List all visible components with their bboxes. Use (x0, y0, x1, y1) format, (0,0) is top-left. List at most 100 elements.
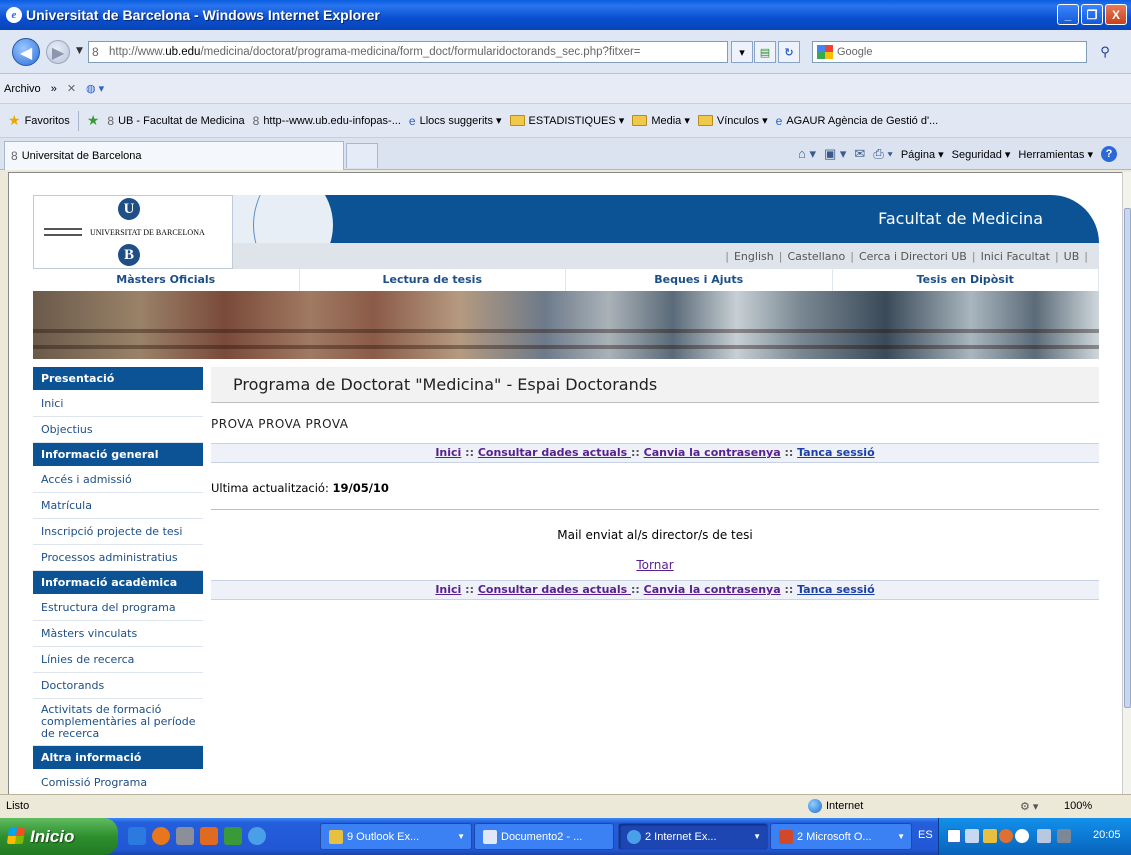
network-icon[interactable] (176, 827, 194, 845)
close-button[interactable]: X (1105, 4, 1127, 25)
protected-mode-icon[interactable]: ⚙ ▾ (1020, 800, 1038, 813)
menu-tesis-diposit[interactable]: Tesis en Dipòsit (833, 269, 1099, 291)
sidebar-item-comissio[interactable]: Comissió Programa (33, 770, 203, 794)
link-tanca-sessio[interactable]: Tanca sessió (797, 583, 875, 596)
ie-icon[interactable] (128, 827, 146, 845)
link-ub[interactable]: UB (1064, 250, 1080, 263)
back-link[interactable]: Tornar (636, 558, 673, 572)
link-tanca-sessio[interactable]: Tanca sessió (797, 446, 875, 459)
link-inici[interactable]: Inici (435, 583, 461, 596)
favorite-link[interactable]: 8 UB - Facultat de Medicina (107, 114, 244, 128)
favorite-link[interactable]: e AGAUR Agència de Gestió d'... (776, 114, 939, 128)
taskbar-word[interactable]: Documento2 - ... (474, 823, 614, 850)
sidebar-item-estructura[interactable]: Estructura del programa (33, 595, 203, 621)
favorite-folder[interactable]: Media ▾ (632, 114, 690, 127)
page-menu[interactable]: Página ▾ (901, 148, 944, 161)
building-icon (44, 228, 82, 236)
recent-pages-dropdown-icon[interactable]: ▼ (76, 46, 83, 56)
outlook-icon[interactable] (224, 827, 242, 845)
add-favorite-icon[interactable]: ★ (87, 112, 100, 129)
sidebar-item-linies[interactable]: Línies de recerca (33, 647, 203, 673)
link-cerca[interactable]: Cerca i Directori UB (859, 250, 967, 263)
vertical-scrollbar[interactable] (1122, 172, 1131, 794)
address-input[interactable]: 8 http://www. ub.edu/medicina/doctorat/pr… (88, 41, 728, 63)
media-icon[interactable] (200, 827, 218, 845)
zoom-level[interactable]: 100% (1064, 800, 1092, 812)
search-input[interactable]: Google (812, 41, 1087, 63)
favorites-button[interactable]: ★ Favoritos (8, 112, 70, 129)
favorite-folder[interactable]: ESTADISTIQUES ▾ (509, 114, 624, 127)
word-icon (483, 829, 497, 844)
sidebar-item-activitats[interactable]: Activitats de formació complementàries a… (33, 699, 203, 746)
menu-overflow-icon[interactable]: » (51, 83, 57, 95)
help-icon[interactable]: ? (1101, 146, 1117, 162)
sidebar-item-matricula[interactable]: Matrícula (33, 493, 203, 519)
mail-icon[interactable]: ✉ (854, 146, 865, 162)
menu-lectura-tesis[interactable]: Lectura de tesis (300, 269, 566, 291)
menu-beques[interactable]: Beques i Ajuts (566, 269, 833, 291)
favorite-link[interactable]: e Llocs suggerits ▾ (409, 114, 502, 128)
taskbar-office[interactable]: 2 Microsoft O... ▼ (770, 823, 912, 850)
minimize-button[interactable]: _ (1057, 4, 1079, 25)
security-menu[interactable]: Seguridad ▾ (952, 148, 1011, 161)
taskbar-ie[interactable]: 2 Internet Ex... ▼ (618, 823, 768, 850)
ub-logo[interactable]: U UNIVERSITAT DE BARCELONA B (33, 195, 233, 269)
security-zone[interactable]: Internet (808, 799, 863, 813)
status-text: Listo (6, 800, 30, 812)
start-button[interactable]: Inicio (0, 818, 118, 855)
home-icon[interactable]: ⌂ ▾ (798, 146, 816, 162)
link-castellano[interactable]: Castellano (787, 250, 845, 263)
confirmation-message: Mail enviat al/s director/s de tesi (557, 528, 753, 542)
favorite-link[interactable]: 8 http--www.ub.edu-infopas-... (253, 114, 401, 128)
sidebar-item-acces[interactable]: Accés i admissió (33, 467, 203, 493)
menu-archivo[interactable]: Archivo (4, 83, 41, 95)
ie-icon (627, 829, 641, 844)
tray-network-icon[interactable] (965, 829, 979, 843)
link-consultar[interactable]: Consultar dades actuals (478, 446, 631, 459)
zone-label: Internet (826, 800, 864, 812)
refresh-icon[interactable]: ↻ (778, 41, 800, 63)
link-inici[interactable]: Inici (435, 446, 461, 459)
stop-icon[interactable]: ✕ (67, 82, 76, 95)
scrollbar-thumb[interactable] (1124, 208, 1131, 708)
link-consultar[interactable]: Consultar dades actuals (478, 583, 631, 596)
favorite-folder[interactable]: Vínculos ▾ (697, 114, 768, 127)
sidebar-item-processos[interactable]: Processos administratius (33, 545, 203, 571)
firefox-icon[interactable] (152, 827, 170, 845)
print-icon[interactable]: ⎙ ▾ (873, 146, 892, 162)
tray-display-icon[interactable] (1037, 829, 1051, 843)
browser-icon[interactable] (248, 827, 266, 845)
link-separator: :: (780, 446, 798, 459)
link-inici-facultat[interactable]: Inici Facultat (981, 250, 1050, 263)
menu-masters[interactable]: Màsters Oficials (33, 269, 300, 291)
sidebar-item-masters[interactable]: Màsters vinculats (33, 621, 203, 647)
tab-universitat[interactable]: 8 Universitat de Barcelona (4, 141, 344, 170)
tray-update-icon[interactable] (1015, 829, 1029, 843)
taskbar-outlook[interactable]: 9 Outlook Ex... ▼ (320, 823, 472, 850)
maximize-button[interactable]: ❐ (1081, 4, 1103, 25)
favorite-link-label: http--www.ub.edu-infopas-... (263, 114, 401, 127)
sidebar-item-inici[interactable]: Inici (33, 391, 203, 417)
tray-audio-icon[interactable] (999, 829, 1013, 843)
sidebar-heading: Informació general (33, 443, 203, 467)
forward-button[interactable]: ▶ (46, 40, 70, 64)
address-dropdown-icon[interactable]: ▾ (731, 41, 753, 63)
search-icon[interactable]: ⚲ (1093, 41, 1117, 63)
back-button[interactable]: ◀ (12, 38, 40, 66)
tools-menu[interactable]: Herramientas ▾ (1018, 148, 1093, 161)
sidebar-item-doctorands[interactable]: Doctorands (33, 673, 203, 699)
sidebar-item-inscripcio[interactable]: Inscripció projecte de tesi (33, 519, 203, 545)
compatibility-icon[interactable]: ▤ (754, 41, 776, 63)
sidebar-item-objectius[interactable]: Objectius (33, 417, 203, 443)
link-canvia-contrasenya[interactable]: Canvia la contrasenya (644, 446, 781, 459)
tray-app-icon[interactable] (947, 829, 961, 843)
new-tab-button[interactable] (346, 143, 378, 168)
link-english[interactable]: English (734, 250, 774, 263)
window-title-bar[interactable]: e Universitat de Barcelona - Windows Int… (0, 0, 1131, 30)
tray-messenger-icon[interactable] (983, 829, 997, 843)
feeds-icon[interactable]: ▣ ▾ (824, 146, 846, 162)
link-canvia-contrasenya[interactable]: Canvia la contrasenya (644, 583, 781, 596)
tray-volume-icon[interactable] (1057, 829, 1071, 843)
language-indicator[interactable]: ES (918, 829, 933, 841)
toolbar-extra-icon[interactable]: ◍ ▾ (86, 82, 104, 95)
